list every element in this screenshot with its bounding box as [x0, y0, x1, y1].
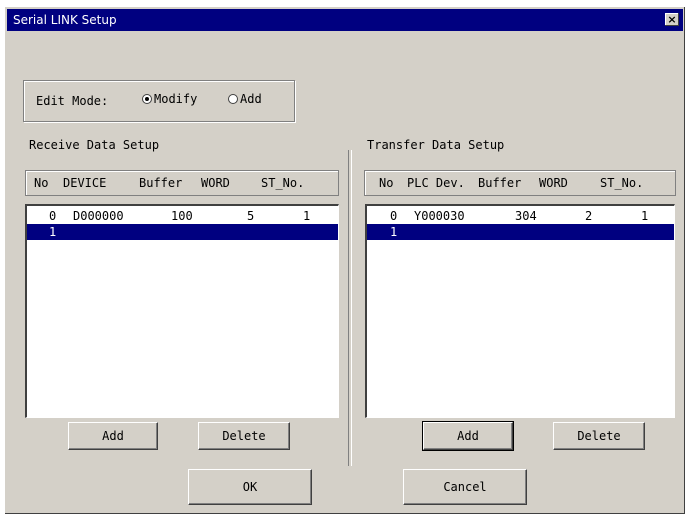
table-row-selected[interactable]: 1	[27, 224, 338, 240]
radio-unchecked-icon	[228, 94, 238, 104]
edit-mode-label: Edit Mode:	[36, 94, 109, 108]
cell-st-no: 1	[641, 209, 649, 223]
ok-button[interactable]: OK	[188, 469, 312, 505]
table-row[interactable]: 0 Y000030 304 2 1	[367, 208, 674, 224]
cell-no: 0	[390, 209, 398, 223]
table-row[interactable]: 0 D000000 100 5 1	[27, 208, 338, 224]
transfer-add-button[interactable]: Add	[422, 421, 514, 451]
transfer-delete-button[interactable]: Delete	[553, 422, 645, 450]
modify-radio[interactable]: Modify	[142, 92, 197, 106]
col-buffer: Buffer	[139, 176, 183, 190]
transfer-section-title: Transfer Data Setup	[367, 138, 505, 152]
add-radio[interactable]: Add	[228, 92, 262, 106]
cell-no: 1	[49, 225, 57, 239]
receive-delete-button[interactable]: Delete	[198, 422, 290, 450]
transfer-list[interactable]: 0 Y000030 304 2 1 1	[365, 204, 675, 418]
serial-link-setup-dialog: Serial LINK Setup × Edit Mode: Modify Ad…	[4, 6, 686, 515]
col-buffer: Buffer	[478, 176, 522, 190]
transfer-column-header: No PLC Dev. Buffer WORD ST_No.	[364, 170, 676, 196]
add-radio-label: Add	[240, 92, 262, 106]
table-row-selected[interactable]: 1	[367, 224, 674, 240]
window-title: Serial LINK Setup	[13, 13, 117, 27]
cell-word: 2	[585, 209, 593, 223]
col-no: No	[379, 176, 394, 190]
receive-add-button[interactable]: Add	[68, 422, 158, 450]
receive-list[interactable]: 0 D000000 100 5 1 1	[25, 204, 339, 418]
title-bar: Serial LINK Setup ×	[7, 9, 683, 31]
cell-buffer: 304	[515, 209, 537, 223]
cancel-button[interactable]: Cancel	[403, 469, 527, 505]
col-plc-dev: PLC Dev.	[407, 176, 465, 190]
col-st-no: ST_No.	[600, 176, 644, 190]
col-st-no: ST_No.	[261, 176, 305, 190]
receive-section-title: Receive Data Setup	[29, 138, 160, 152]
cell-plc-dev: Y000030	[414, 209, 465, 223]
cell-no: 1	[390, 225, 398, 239]
close-icon[interactable]: ×	[665, 13, 679, 26]
radio-checked-icon	[142, 94, 152, 104]
modify-radio-label: Modify	[154, 92, 198, 106]
cell-device: D000000	[73, 209, 124, 223]
col-word: WORD	[539, 176, 568, 190]
col-device: DEVICE	[63, 176, 107, 190]
cell-no: 0	[49, 209, 57, 223]
col-no: No	[34, 176, 49, 190]
cell-word: 5	[247, 209, 255, 223]
section-divider	[348, 150, 352, 466]
edit-mode-group: Edit Mode: Modify Add	[23, 80, 295, 122]
receive-column-header: No DEVICE Buffer WORD ST_No.	[25, 170, 339, 196]
cell-st-no: 1	[303, 209, 311, 223]
cell-buffer: 100	[171, 209, 193, 223]
col-word: WORD	[201, 176, 230, 190]
